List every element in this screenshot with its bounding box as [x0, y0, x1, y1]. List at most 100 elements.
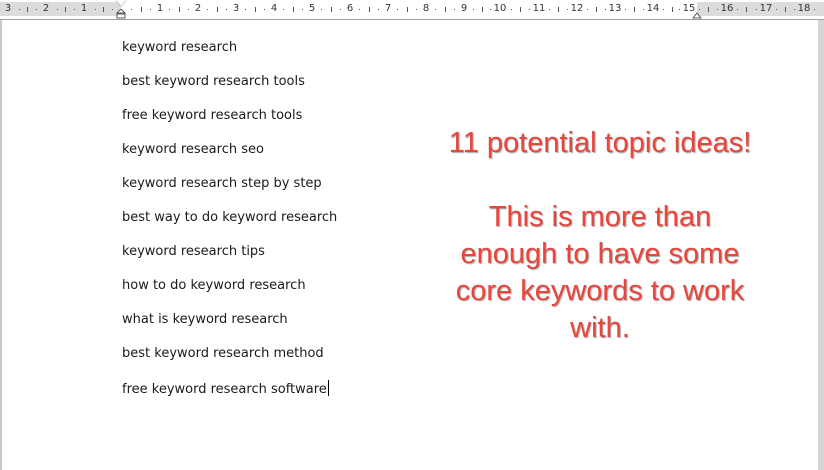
- ruler-tick: [596, 7, 597, 12]
- ruler-dot: [529, 9, 530, 10]
- keyword-text: what is keyword research: [122, 312, 288, 327]
- ruler-dot: [717, 9, 718, 10]
- keyword-text: keyword research tips: [122, 244, 265, 259]
- ruler-tick: [708, 7, 709, 12]
- ruler-dot: [737, 9, 738, 10]
- ruler-dot: [359, 9, 360, 10]
- ruler-label: 10: [493, 3, 507, 14]
- ruler-dot: [679, 9, 680, 10]
- ruler-label: 3: [232, 3, 240, 14]
- ruler-label: 2: [42, 3, 50, 14]
- keyword-list: keyword research best keyword research t…: [122, 40, 337, 414]
- ruler-dot: [36, 9, 37, 10]
- right-indent-marker[interactable]: [692, 9, 702, 19]
- annotation-line: with.: [570, 312, 630, 344]
- ruler-dot: [150, 9, 151, 10]
- keyword-line[interactable]: what is keyword research: [122, 312, 337, 346]
- ruler-dot: [625, 9, 626, 10]
- ruler-label: 3: [4, 3, 12, 14]
- ruler-dot: [454, 9, 455, 10]
- ruler-dot: [549, 9, 550, 10]
- ruler-dot: [756, 9, 757, 10]
- ruler-tick: [558, 7, 559, 12]
- ruler-label: 14: [646, 3, 660, 14]
- ruler-dot: [605, 9, 606, 10]
- ruler-dot: [19, 9, 20, 10]
- keyword-text: best keyword research tools: [122, 74, 305, 89]
- ruler-dot: [511, 9, 512, 10]
- annotation-headline: 11 potential topic ideas!: [448, 127, 752, 159]
- ruler-tick: [520, 7, 521, 12]
- text-cursor: [327, 380, 329, 396]
- ruler-tick: [255, 7, 256, 12]
- ruler-label: 16: [720, 3, 734, 14]
- ruler-dot: [131, 9, 132, 10]
- keyword-line[interactable]: keyword research seo: [122, 142, 337, 176]
- keyword-line[interactable]: best keyword research tools: [122, 74, 337, 108]
- ruler-dot: [340, 9, 341, 10]
- ruler-tick: [482, 7, 483, 12]
- keyword-text: keyword research seo: [122, 142, 264, 157]
- keyword-line[interactable]: how to do keyword research: [122, 278, 337, 312]
- ruler-dot: [473, 9, 474, 10]
- ruler-dot: [112, 9, 113, 10]
- ruler-tick: [217, 7, 218, 12]
- ruler-tick: [179, 7, 180, 12]
- ruler-label: 11: [532, 3, 546, 14]
- ruler-tick: [65, 7, 66, 12]
- keyword-line[interactable]: free keyword research tools: [122, 108, 337, 142]
- ruler-label: 9: [460, 3, 468, 14]
- keyword-line[interactable]: best way to do keyword research: [122, 210, 337, 244]
- ruler-tick: [331, 7, 332, 12]
- ruler-dot: [814, 9, 815, 10]
- ruler-tick: [445, 7, 446, 12]
- ruler-dot: [397, 9, 398, 10]
- keyword-text: keyword research step by step: [122, 176, 322, 191]
- ruler-label: 1: [80, 3, 88, 14]
- ruler-tick: [672, 7, 673, 12]
- keyword-line[interactable]: best keyword research method: [122, 346, 337, 380]
- keyword-text: best keyword research method: [122, 346, 324, 361]
- ruler-dot: [207, 9, 208, 10]
- ruler-label: 8: [422, 3, 430, 14]
- keyword-text: keyword research: [122, 40, 238, 55]
- horizontal-ruler[interactable]: 3 2 1 1 2 3 4 5 6 7 8 9 10 11 12 13 14 1…: [0, 0, 824, 20]
- keyword-line[interactable]: keyword research: [122, 40, 337, 74]
- left-indent-marker[interactable]: [116, 9, 126, 19]
- ruler-label: 4: [270, 3, 278, 14]
- page-left-edge: [0, 20, 2, 470]
- keyword-line[interactable]: free keyword research software: [122, 380, 337, 414]
- annotation-line: core keywords to work: [455, 275, 745, 307]
- ruler-dot: [490, 9, 491, 10]
- ruler-dot: [74, 9, 75, 10]
- annotation-line: enough to have some: [460, 238, 740, 270]
- ruler-label: 7: [384, 3, 392, 14]
- ruler-dot: [587, 9, 588, 10]
- ruler-dot: [169, 9, 170, 10]
- ruler-dot: [567, 9, 568, 10]
- first-line-indent-marker[interactable]: [116, 0, 126, 6]
- ruler-tick: [634, 7, 635, 12]
- keyword-line[interactable]: keyword research tips: [122, 244, 337, 278]
- ruler-tick: [785, 7, 786, 12]
- ruler-dot: [321, 9, 322, 10]
- ruler-dot: [245, 9, 246, 10]
- ruler-tick: [407, 7, 408, 12]
- ruler-label: 5: [308, 3, 316, 14]
- keyword-text: how to do keyword research: [122, 278, 306, 293]
- ruler-label: 17: [759, 3, 773, 14]
- ruler-dot: [57, 9, 58, 10]
- keyword-line[interactable]: keyword research step by step: [122, 176, 337, 210]
- ruler-dot: [95, 9, 96, 10]
- ruler-dot: [794, 9, 795, 10]
- page-right-edge: [818, 20, 824, 470]
- ruler-dot: [188, 9, 189, 10]
- ruler-dot: [416, 9, 417, 10]
- ruler-dot: [435, 9, 436, 10]
- annotation-callout: 11 potential topic ideas! This is more t…: [400, 125, 800, 347]
- ruler-tick: [746, 7, 747, 12]
- ruler-dot: [283, 9, 284, 10]
- ruler-tick: [27, 7, 28, 12]
- ruler-dot: [663, 9, 664, 10]
- keyword-text: free keyword research tools: [122, 108, 303, 123]
